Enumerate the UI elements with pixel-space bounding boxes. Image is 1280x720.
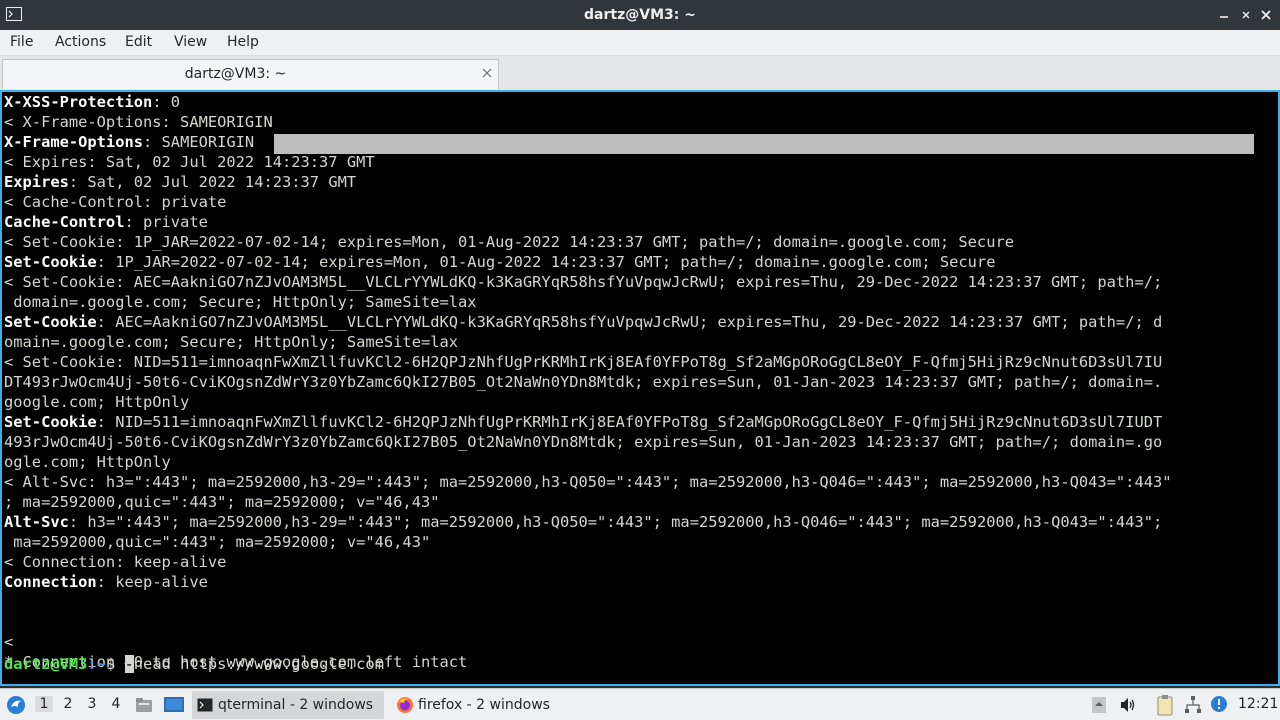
terminal-line: Set-Cookie: NID=511=imnoaqnFwXmZllfuvKCl… bbox=[4, 412, 1162, 432]
terminal-line: Alt-Svc: h3=":443"; ma=2592000,h3-29=":4… bbox=[4, 512, 1162, 532]
header-value: : SAMEORIGIN bbox=[143, 133, 255, 151]
header-name: X-XSS-Protection bbox=[4, 93, 153, 111]
file-manager-icon[interactable] bbox=[134, 695, 154, 715]
workspace-4[interactable]: 4 bbox=[107, 696, 125, 712]
workspace-3[interactable]: 3 bbox=[83, 696, 101, 712]
terminal-line: Set-Cookie: 1P_JAR=2022-07-02-14; expire… bbox=[4, 252, 995, 272]
terminal-line: ogle.com; HttpOnly bbox=[4, 453, 171, 471]
close-icon[interactable] bbox=[1258, 7, 1274, 23]
tab-label: dartz@VM3: ~ bbox=[184, 66, 287, 82]
tab-bar: dartz@VM3: ~ bbox=[0, 56, 1280, 90]
menu-view[interactable]: View bbox=[174, 34, 207, 50]
terminal-line: google.com; HttpOnly bbox=[4, 393, 190, 411]
header-value: : AEC=AakniGO7nZJvOAM3M5L__VLCLrYYWLdKQ-… bbox=[96, 313, 1163, 331]
prompt-path: :~ bbox=[87, 655, 106, 673]
terminal-line: < X-Frame-Options: SAMEORIGIN bbox=[4, 113, 273, 131]
workspace-1[interactable]: 1 bbox=[35, 696, 53, 712]
header-value: : h3=":443"; ma=2592000,h3-29=":443"; ma… bbox=[68, 513, 1163, 531]
terminal-line: ma=2592000,quic=":443"; ma=2592000; v="4… bbox=[4, 533, 431, 551]
header-name: Alt-Svc bbox=[4, 513, 69, 531]
terminal-prompt-line[interactable]: dartz@VM3:~$ -head https://www.google.co… bbox=[4, 654, 384, 674]
terminal-output[interactable]: X-XSS-Protection: 0 < X-Frame-Options: SA… bbox=[0, 90, 1280, 686]
terminal-line: Set-Cookie: AEC=AakniGO7nZJvOAM3M5L__VLC… bbox=[4, 312, 1162, 332]
terminal-line: < Expires: Sat, 02 Jul 2022 14:23:37 GMT bbox=[4, 153, 375, 171]
terminal-tab[interactable]: dartz@VM3: ~ bbox=[2, 59, 499, 89]
close-tab-icon[interactable] bbox=[481, 67, 493, 79]
header-value: : 0 bbox=[152, 93, 181, 111]
update-notifier-icon[interactable] bbox=[1210, 695, 1228, 713]
header-value: : 1P_JAR=2022-07-02-14; expires=Mon, 01-… bbox=[96, 253, 996, 271]
terminal-line: < Set-Cookie: 1P_JAR=2022-07-02-14; expi… bbox=[4, 233, 1014, 251]
task-firefox[interactable]: firefox - 2 windows bbox=[392, 691, 592, 719]
menu-bar: File Actions Edit View Help bbox=[0, 30, 1280, 56]
terminal-line: Connection: keep-alive bbox=[4, 572, 208, 592]
terminal-line: < Cache-Control: private bbox=[4, 193, 227, 211]
prompt-symbol: $ bbox=[105, 655, 125, 673]
header-name: Cache-Control bbox=[4, 213, 125, 231]
start-menu-icon[interactable] bbox=[6, 695, 26, 715]
taskbar: 1 2 3 4 qterminal - 2 windows firefox - … bbox=[0, 688, 1280, 720]
terminal-line: < Set-Cookie: AEC=AakniGO7nZJvOAM3M5L__V… bbox=[4, 273, 1163, 291]
volume-icon[interactable] bbox=[1119, 696, 1137, 714]
show-desktop-icon[interactable] bbox=[163, 695, 185, 715]
terminal-line: domain=.google.com; Secure; HttpOnly; Sa… bbox=[4, 293, 477, 311]
terminal-line: Cache-Control: private bbox=[4, 212, 208, 232]
prompt-user-host: dartz@VM3 bbox=[4, 655, 88, 673]
terminal-line: < Set-Cookie: NID=511=imnoaqnFwXmZllfuvK… bbox=[4, 353, 1163, 371]
clipboard-icon[interactable] bbox=[1156, 694, 1174, 716]
window-titlebar[interactable]: dartz@VM3: ~ bbox=[0, 0, 1280, 30]
terminal-line: 493rJwOcm4Uj-50t6-CviKOgsnZdWrY3z0YbZamc… bbox=[4, 433, 1163, 451]
terminal-line: Expires: Sat, 02 Jul 2022 14:23:37 GMT bbox=[4, 172, 356, 192]
menu-edit[interactable]: Edit bbox=[125, 34, 152, 50]
header-name: Set-Cookie bbox=[4, 413, 97, 431]
header-name: Set-Cookie bbox=[4, 313, 97, 331]
terminal-line: X-XSS-Protection: 0 bbox=[4, 92, 180, 112]
task-qterminal[interactable]: qterminal - 2 windows bbox=[192, 691, 384, 719]
command-text: head https://www.google.com bbox=[133, 655, 384, 673]
header-value: : Sat, 02 Jul 2022 14:23:37 GMT bbox=[68, 173, 357, 191]
terminal-line: < bbox=[4, 633, 14, 651]
window-title: dartz@VM3: ~ bbox=[584, 7, 696, 23]
menu-actions[interactable]: Actions bbox=[55, 34, 106, 50]
tray-expand-icon[interactable] bbox=[1091, 696, 1107, 714]
minimize-icon[interactable] bbox=[1216, 7, 1232, 23]
network-icon[interactable] bbox=[1184, 695, 1202, 715]
text-selection-highlight bbox=[274, 134, 1254, 154]
terminal-line: < Alt-Svc: h3=":443"; ma=2592000,h3-29="… bbox=[4, 473, 1172, 491]
terminal-line: DT493rJwOcm4Uj-50t6-CviKOgsnZdWrY3z0YbZa… bbox=[4, 373, 1163, 391]
task-label: qterminal - 2 windows bbox=[218, 697, 374, 713]
terminal-line: X-Frame-Options: SAMEORIGIN bbox=[4, 132, 254, 152]
terminal-icon bbox=[197, 698, 213, 712]
header-name: Expires bbox=[4, 173, 69, 191]
header-value: : keep-alive bbox=[96, 573, 208, 591]
text-cursor: - bbox=[124, 655, 134, 673]
terminal-line: omain=.google.com; Secure; HttpOnly; Sam… bbox=[4, 333, 459, 351]
clock: 12:21 bbox=[1238, 696, 1279, 712]
menu-help[interactable]: Help bbox=[227, 34, 259, 50]
maximize-icon[interactable] bbox=[1238, 7, 1254, 23]
header-value: : private bbox=[124, 213, 208, 231]
terminal-line: < Connection: keep-alive bbox=[4, 553, 227, 571]
header-name: X-Frame-Options bbox=[4, 133, 143, 151]
firefox-icon bbox=[397, 697, 413, 713]
header-name: Connection bbox=[4, 573, 97, 591]
terminal-line: ; ma=2592000,quic=":443"; ma=2592000; v=… bbox=[4, 493, 440, 511]
workspace-2[interactable]: 2 bbox=[59, 696, 77, 712]
header-name: Set-Cookie bbox=[4, 253, 97, 271]
menu-file[interactable]: File bbox=[10, 34, 33, 50]
header-value: : NID=511=imnoaqnFwXmZllfuvKCl2-6H2QPJzN… bbox=[96, 413, 1163, 431]
task-label: firefox - 2 windows bbox=[418, 697, 550, 713]
